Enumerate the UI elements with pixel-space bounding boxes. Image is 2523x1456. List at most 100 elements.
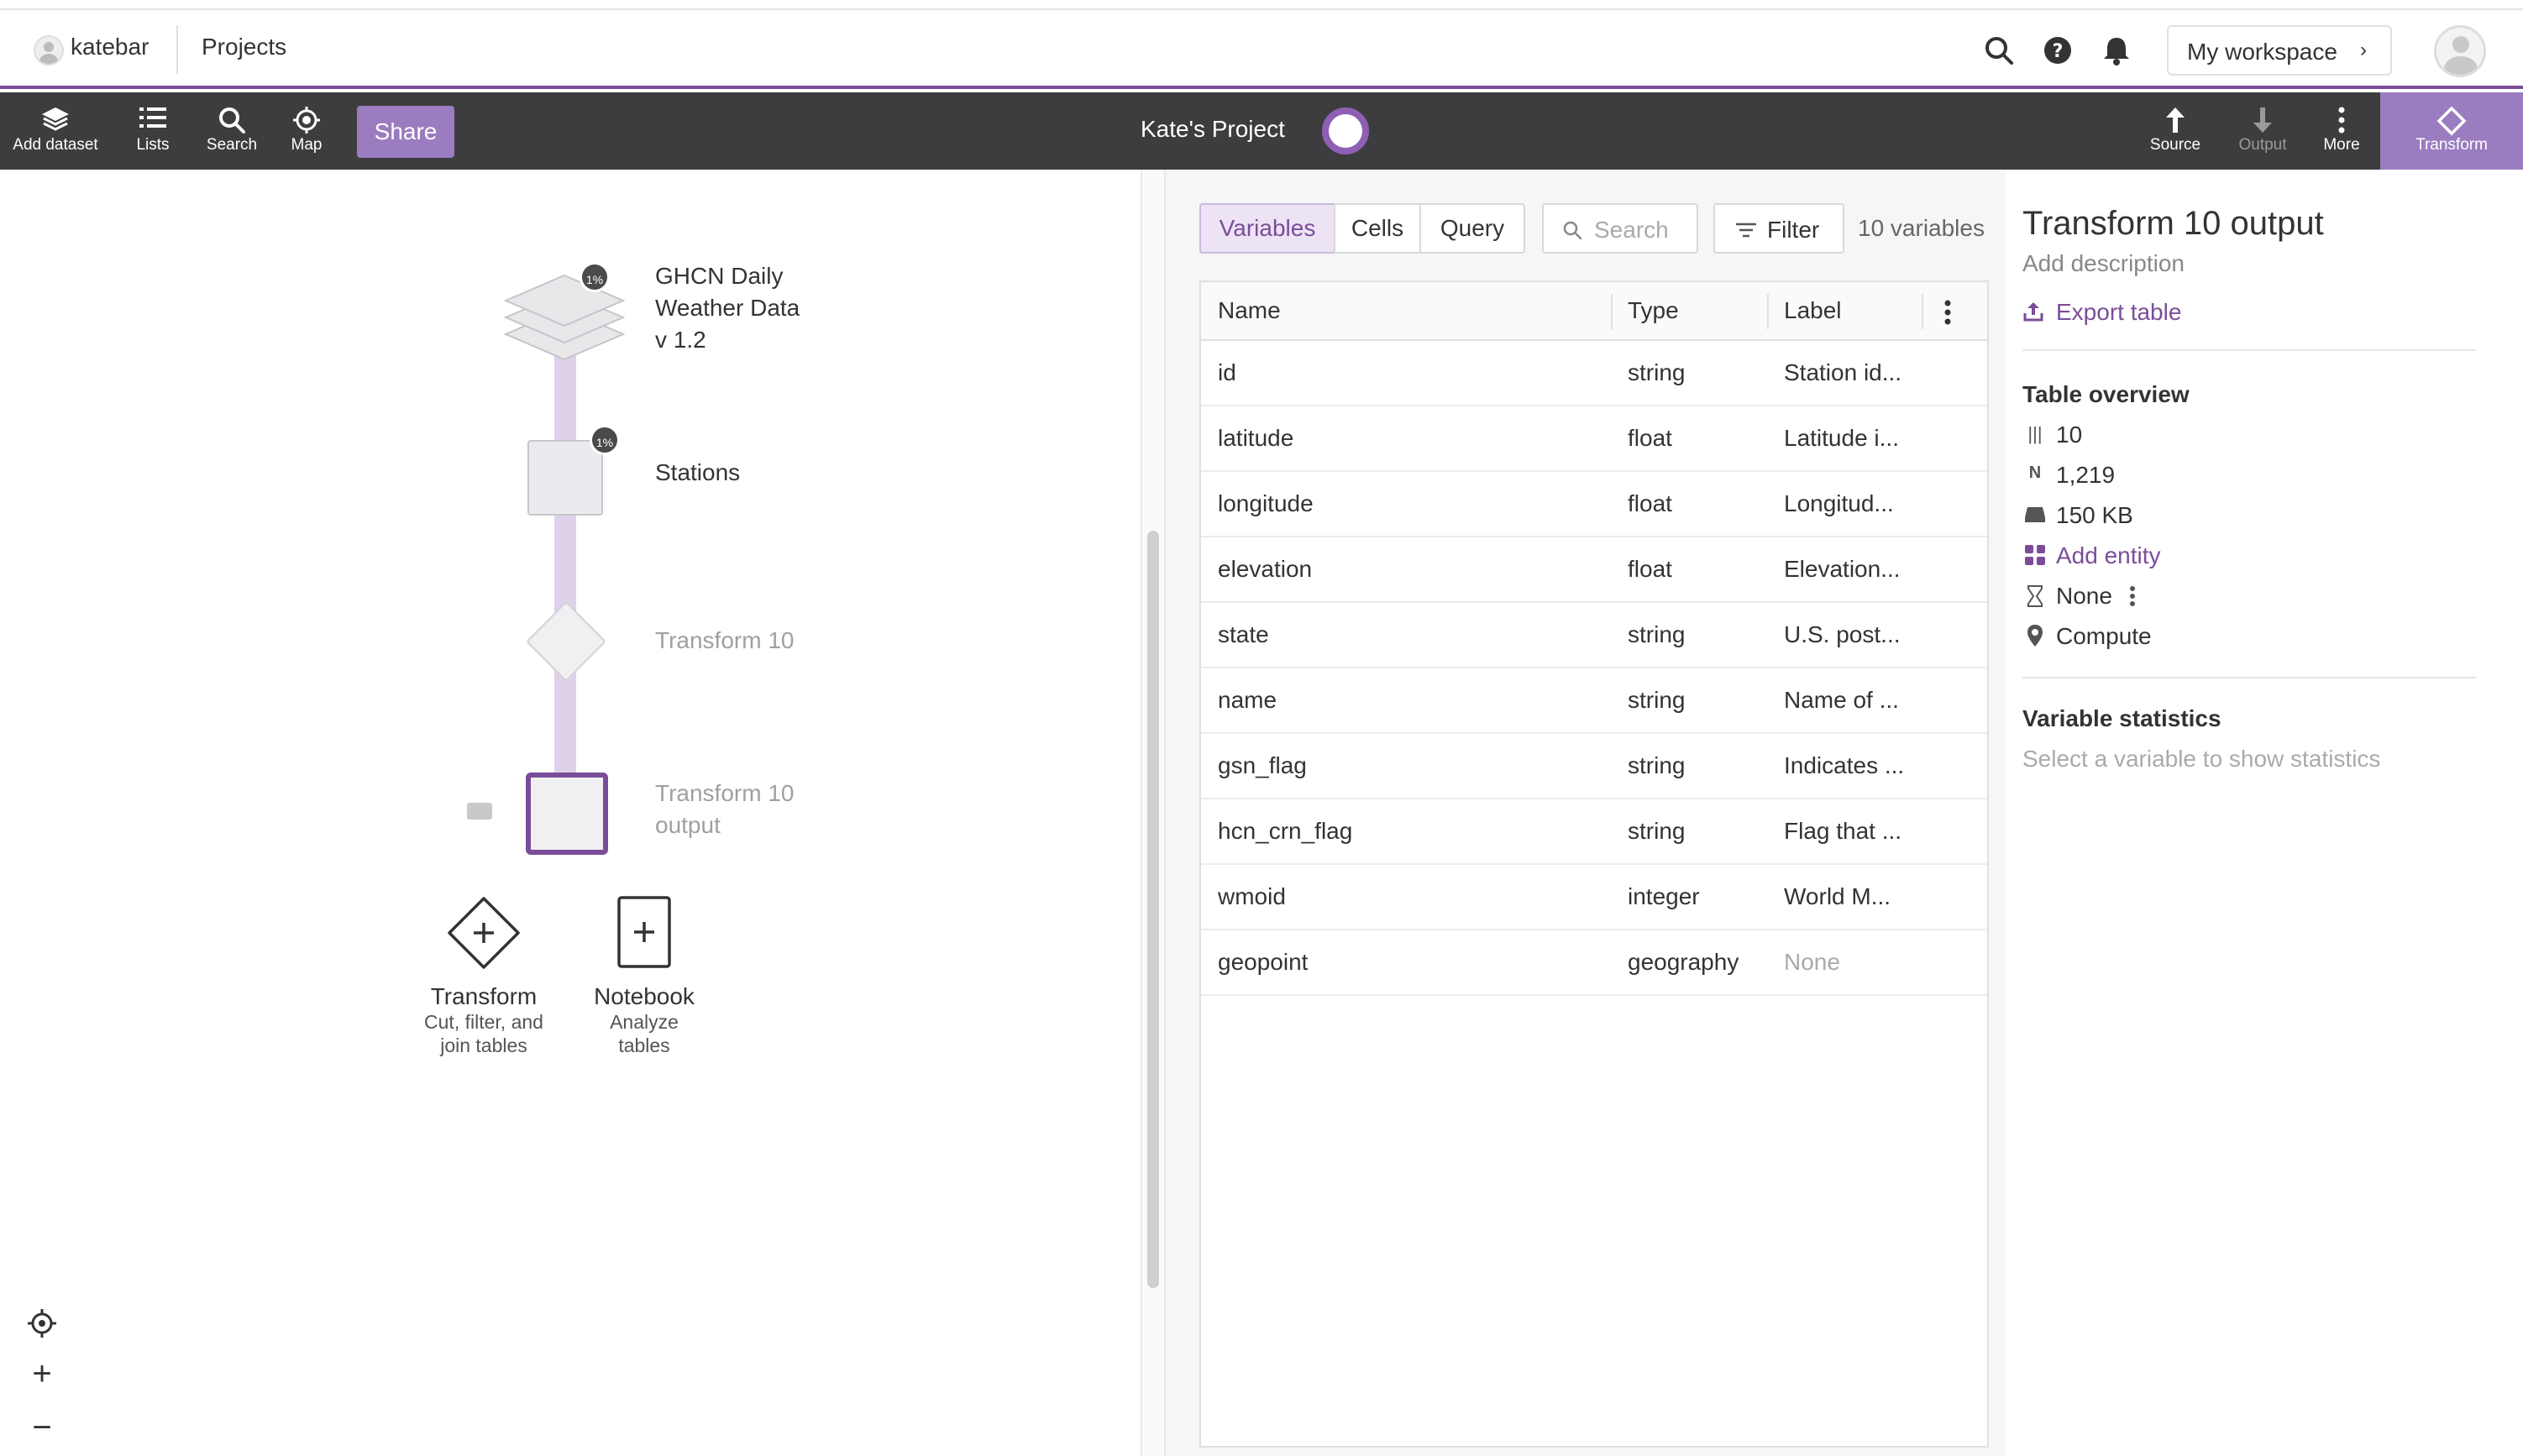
table-row[interactable]: id string Station id...	[1201, 341, 1987, 406]
notebook-action-sub: tables	[618, 1034, 670, 1056]
table-row[interactable]: longitude float Longitud...	[1201, 472, 1987, 537]
column-divider	[1767, 294, 1769, 329]
source-label: Source	[2149, 136, 2201, 154]
chevron-right-icon: ›	[2360, 39, 2367, 61]
table-row[interactable]: wmoid integer World M...	[1201, 865, 1987, 930]
variable-search-input[interactable]: Search	[1542, 203, 1698, 254]
transform-action-sub: join tables	[440, 1034, 527, 1056]
filter-button[interactable]: Filter	[1713, 203, 1844, 254]
layers-icon	[5, 92, 106, 136]
zoom-in-button[interactable]: +	[25, 1355, 59, 1393]
sidebar-divider	[2022, 677, 2476, 678]
user-avatar-icon[interactable]	[34, 35, 64, 65]
table-row[interactable]: name string Name of ...	[1201, 668, 1987, 734]
temporal-menu-icon[interactable]	[2128, 584, 2137, 608]
new-transform-action[interactable]: Transform Cut, filter, and join tables	[408, 895, 559, 1057]
cell-label: U.S. post...	[1784, 621, 1901, 647]
table-row[interactable]: elevation float Elevation...	[1201, 537, 1987, 603]
cell-type: string	[1628, 687, 1686, 713]
column-header-type[interactable]: Type	[1628, 297, 1679, 324]
table-row[interactable]: state string U.S. post...	[1201, 603, 1987, 668]
variables-table: Name Type Label id string Station id... …	[1199, 280, 1989, 1448]
cell-label: Latitude i...	[1784, 425, 1899, 451]
add-entity-link[interactable]: Add entity	[2056, 542, 2161, 569]
search-icon	[1563, 221, 1582, 240]
tab-query[interactable]: Query	[1419, 203, 1525, 254]
help-icon[interactable]: ?	[2041, 34, 2075, 67]
output-node-label[interactable]: Transform 10 output	[655, 778, 794, 841]
column-menu-icon[interactable]	[1943, 299, 1952, 326]
share-button[interactable]: Share	[357, 106, 454, 158]
cell-type: string	[1628, 818, 1686, 844]
lists-label: Lists	[136, 136, 170, 154]
more-button[interactable]: More	[2315, 92, 2368, 170]
more-vertical-icon	[2315, 92, 2368, 136]
sidebar-divider	[2022, 349, 2476, 351]
cell-label: Elevation...	[1784, 556, 1901, 582]
dataset-stack-node[interactable]	[497, 257, 632, 364]
table-row[interactable]: latitude float Latitude i...	[1201, 406, 1987, 472]
cell-name: hcn_crn_flag	[1218, 818, 1353, 844]
canvas-scrollbar-thumb[interactable]	[1147, 531, 1159, 1288]
export-table-link[interactable]: Export table	[2056, 299, 2181, 326]
username-link[interactable]: katebar	[71, 34, 149, 60]
column-header-label[interactable]: Label	[1784, 297, 1842, 324]
svg-text:?: ?	[2053, 41, 2064, 62]
notifications-bell-icon[interactable]	[2100, 34, 2133, 67]
map-button[interactable]: Map	[277, 92, 336, 170]
new-notebook-action[interactable]: Notebook Analyze tables	[581, 895, 707, 1057]
add-dataset-button[interactable]: Add dataset	[5, 92, 106, 170]
projects-link[interactable]: Projects	[202, 34, 286, 60]
cell-type: float	[1628, 425, 1672, 451]
details-sidebar	[2006, 170, 2523, 1456]
source-button[interactable]: Source	[2142, 92, 2209, 170]
output-button[interactable]: Output	[2227, 92, 2298, 170]
comment-icon[interactable]	[467, 803, 492, 820]
filter-label: Filter	[1767, 217, 1820, 243]
project-owner-avatar-icon[interactable]	[1322, 107, 1369, 155]
entity-grid-icon	[2025, 545, 2045, 565]
transform-tab[interactable]: Transform	[2380, 92, 2523, 170]
zoom-out-button[interactable]: −	[25, 1409, 59, 1447]
table-row[interactable]: hcn_crn_flag string Flag that ...	[1201, 799, 1987, 865]
dataset-node-label[interactable]: GHCN Daily Weather Data v 1.2	[655, 260, 800, 356]
search-tool-label: Search	[206, 136, 258, 154]
output-label-line: Transform 10	[655, 780, 795, 806]
compute-geo-link[interactable]: Compute	[2056, 623, 2152, 650]
table-row[interactable]: geopoint geography None	[1201, 930, 1987, 996]
tab-variables[interactable]: Variables	[1199, 203, 1335, 254]
cell-label: Longitud...	[1784, 490, 1894, 516]
column-header-name[interactable]: Name	[1218, 297, 1281, 324]
more-label: More	[2323, 136, 2360, 154]
stations-table-node[interactable]	[527, 440, 603, 516]
table-overview-heading: Table overview	[2022, 381, 2190, 407]
table-header: Name Type Label	[1201, 282, 1987, 341]
top-navigation: katebar Projects ? My workspace ›	[0, 10, 2523, 89]
cell-name: geopoint	[1218, 949, 1309, 975]
account-avatar-icon[interactable]	[2434, 25, 2486, 77]
output-label: Output	[2238, 136, 2287, 154]
workspace-label: My workspace	[2187, 39, 2337, 65]
dataset-badge: 1%	[580, 262, 610, 292]
workspace-switcher[interactable]: My workspace ›	[2167, 25, 2392, 76]
project-toolbar: Add dataset Lists Search Map Share Kate'…	[0, 92, 2523, 170]
cell-type: integer	[1628, 883, 1700, 909]
cell-name: name	[1218, 687, 1277, 713]
variable-count-value: 10	[2056, 422, 2083, 448]
transform-node-label[interactable]: Transform 10	[655, 625, 794, 657]
output-title[interactable]: Transform 10 output	[2022, 205, 2324, 243]
tab-cells[interactable]: Cells	[1334, 203, 1421, 254]
table-row[interactable]: gsn_flag string Indicates ...	[1201, 734, 1987, 799]
stations-node-label[interactable]: Stations	[655, 457, 740, 489]
search-icon	[198, 92, 265, 136]
search-tool-button[interactable]: Search	[198, 92, 265, 170]
size-value: 150 KB	[2056, 502, 2133, 528]
output-table-node[interactable]	[526, 773, 608, 855]
search-icon[interactable]	[1982, 34, 2016, 67]
recenter-icon[interactable]	[27, 1308, 57, 1338]
columns-icon: |||	[2027, 423, 2043, 444]
add-description-link[interactable]: Add description	[2022, 250, 2185, 277]
map-target-icon	[277, 92, 336, 136]
lists-button[interactable]: Lists	[123, 92, 183, 170]
cell-name: elevation	[1218, 556, 1313, 582]
